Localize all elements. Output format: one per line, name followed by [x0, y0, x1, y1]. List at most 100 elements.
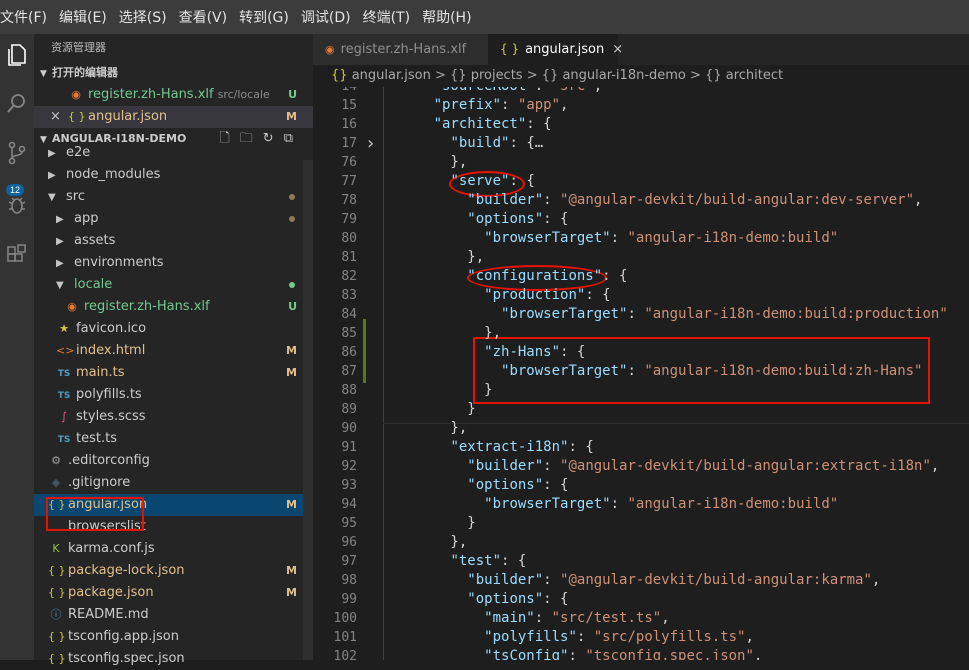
json-icon: {}	[331, 68, 352, 83]
breadcrumb-item[interactable]: projects	[471, 68, 523, 83]
code-line: "builder": "@angular-devkit/build-angula…	[467, 458, 940, 474]
extensions-icon[interactable]	[0, 240, 34, 270]
code-line: "browserTarget": "angular-i18n-demo:buil…	[501, 363, 923, 379]
line-number: 89	[341, 402, 357, 417]
git-icon: ◆	[51, 476, 61, 489]
code-editor[interactable]: 14 "sourceRoot": "src", 15 "prefix": "app…	[313, 87, 969, 660]
favicon-icon: ★	[59, 322, 69, 335]
code-line: "zh-Hans": {	[484, 344, 586, 360]
karma-icon: K	[52, 542, 60, 555]
tree-item[interactable]: TS main.ts M	[34, 362, 313, 384]
code-line: "options": {	[467, 477, 569, 493]
chevron-down-icon: ▼	[56, 280, 64, 291]
tree-item[interactable]: { } package.json M	[34, 582, 313, 604]
open-editor-item[interactable]: ◉ register.zh-Hans.xlf src/locale U	[34, 84, 313, 106]
tab-angular-json[interactable]: { } angular.json ×	[488, 34, 623, 65]
code-line: "build": {…	[450, 135, 544, 151]
code-line: }	[383, 515, 476, 531]
tree-item[interactable]: ▼ src	[34, 186, 313, 208]
tree-item[interactable]: TS test.ts	[34, 428, 313, 450]
line-number: 82	[341, 269, 357, 284]
menu-item[interactable]: 文件(F)	[0, 7, 53, 27]
tree-item[interactable]: ▶ e2e	[34, 142, 313, 164]
menu-item[interactable]: 帮助(H)	[416, 7, 477, 27]
line-number: 93	[341, 478, 357, 493]
file-name: tsconfig.spec.json	[68, 651, 185, 666]
sidebar-scrollbar[interactable]	[303, 160, 313, 660]
line-number: 91	[341, 440, 357, 455]
breadcrumb-separator: >	[685, 68, 706, 83]
file-name: test.ts	[76, 431, 117, 446]
line-number: 95	[341, 516, 357, 531]
tree-item[interactable]: ⚙ .editorconfig	[34, 450, 313, 472]
breadcrumb-separator: >	[522, 68, 542, 83]
code-line: }	[383, 401, 476, 417]
debug-icon[interactable]	[0, 190, 34, 220]
code-line: "architect": {	[433, 116, 552, 132]
tree-item[interactable]: { } tsconfig.spec.json	[34, 648, 313, 670]
json-icon: { }	[48, 652, 66, 665]
code-line: "builder": "@angular-devkit/build-angula…	[467, 192, 923, 208]
tree-item[interactable]: ◆ .gitignore	[34, 472, 313, 494]
file-name: environments	[74, 255, 164, 270]
breadcrumb-separator: >	[430, 68, 450, 83]
line-number: 81	[341, 250, 357, 265]
tree-item[interactable]: ▶ environments	[34, 252, 313, 274]
tree-item[interactable]: ∫ styles.scss	[34, 406, 313, 428]
tree-item[interactable]: { } tsconfig.app.json	[34, 626, 313, 648]
file-name: src	[66, 189, 85, 204]
git-status-badge: M	[286, 344, 297, 357]
tree-item[interactable]: ⓘ README.md	[34, 604, 313, 626]
object-icon: {}	[541, 68, 563, 83]
git-status-badge: U	[288, 88, 297, 101]
breadcrumb-item[interactable]: angular-i18n-demo	[562, 68, 685, 83]
code-line: "configurations": {	[467, 268, 628, 284]
menu-item[interactable]: 终端(T)	[357, 7, 416, 27]
open-editors-header[interactable]: ▼ 打开的编辑器	[34, 62, 313, 84]
search-icon[interactable]	[0, 88, 34, 118]
line-number: 84	[341, 307, 357, 322]
tree-item[interactable]: { } package-lock.json M	[34, 560, 313, 582]
tree-item[interactable]: ★ favicon.ico	[34, 318, 313, 340]
menu-item[interactable]: 查看(V)	[173, 7, 234, 27]
tree-item[interactable]: ▶ assets	[34, 230, 313, 252]
line-number: 99	[341, 592, 357, 607]
menu-item[interactable]: 选择(S)	[113, 7, 173, 27]
tree-item[interactable]: ▶ app	[34, 208, 313, 230]
tab-register-xlf[interactable]: ◉ register.zh-Hans.xlf	[313, 34, 488, 65]
file-name: package.json	[68, 585, 154, 600]
open-editor-item[interactable]: × { } angular.json M	[34, 106, 313, 128]
breadcrumb-item[interactable]: architect	[726, 68, 783, 83]
chevron-down-icon: ▼	[48, 192, 56, 203]
chevron-right-icon[interactable]: ›	[367, 133, 374, 154]
breadcrumb-item[interactable]: angular.json	[352, 68, 431, 83]
menu-item[interactable]: 调试(D)	[295, 7, 357, 27]
tree-item[interactable]: ▶ node_modules	[34, 164, 313, 186]
line-number: 100	[333, 611, 357, 626]
git-status-badge: U	[288, 300, 297, 313]
code-line: "browserTarget": "angular-i18n-demo:buil…	[484, 230, 839, 246]
menu-item[interactable]: 转到(G)	[233, 7, 295, 27]
chevron-right-icon: ▶	[56, 214, 64, 225]
tree-item[interactable]: TS polyfills.ts	[34, 384, 313, 406]
file-name: register.zh-Hans.xlf	[88, 87, 214, 102]
annotation-box-angular-json	[46, 497, 144, 531]
close-icon[interactable]: ×	[50, 106, 61, 128]
tree-item[interactable]: <> index.html M	[34, 340, 313, 362]
menu-item[interactable]: 编辑(E)	[53, 7, 113, 27]
code-line: },	[383, 154, 468, 170]
file-name: main.ts	[76, 365, 125, 380]
tree-item[interactable]: Kkarma.conf.js	[34, 538, 313, 560]
typescript-icon: TS	[57, 435, 71, 445]
chevron-right-icon: ▶	[48, 170, 56, 181]
code-line: }	[383, 382, 493, 398]
tree-item[interactable]: ◉ register.zh-Hans.xlf U	[34, 296, 313, 318]
close-icon[interactable]: ×	[612, 42, 623, 57]
tree-item[interactable]: ▼ locale	[34, 274, 313, 296]
chevron-right-icon: ▶	[48, 148, 56, 159]
source-control-icon[interactable]	[0, 138, 34, 168]
explorer-icon[interactable]	[0, 40, 34, 70]
file-name: e2e	[66, 145, 91, 160]
explorer-title: 资源管理器	[51, 41, 106, 54]
git-status-dot	[289, 216, 295, 222]
